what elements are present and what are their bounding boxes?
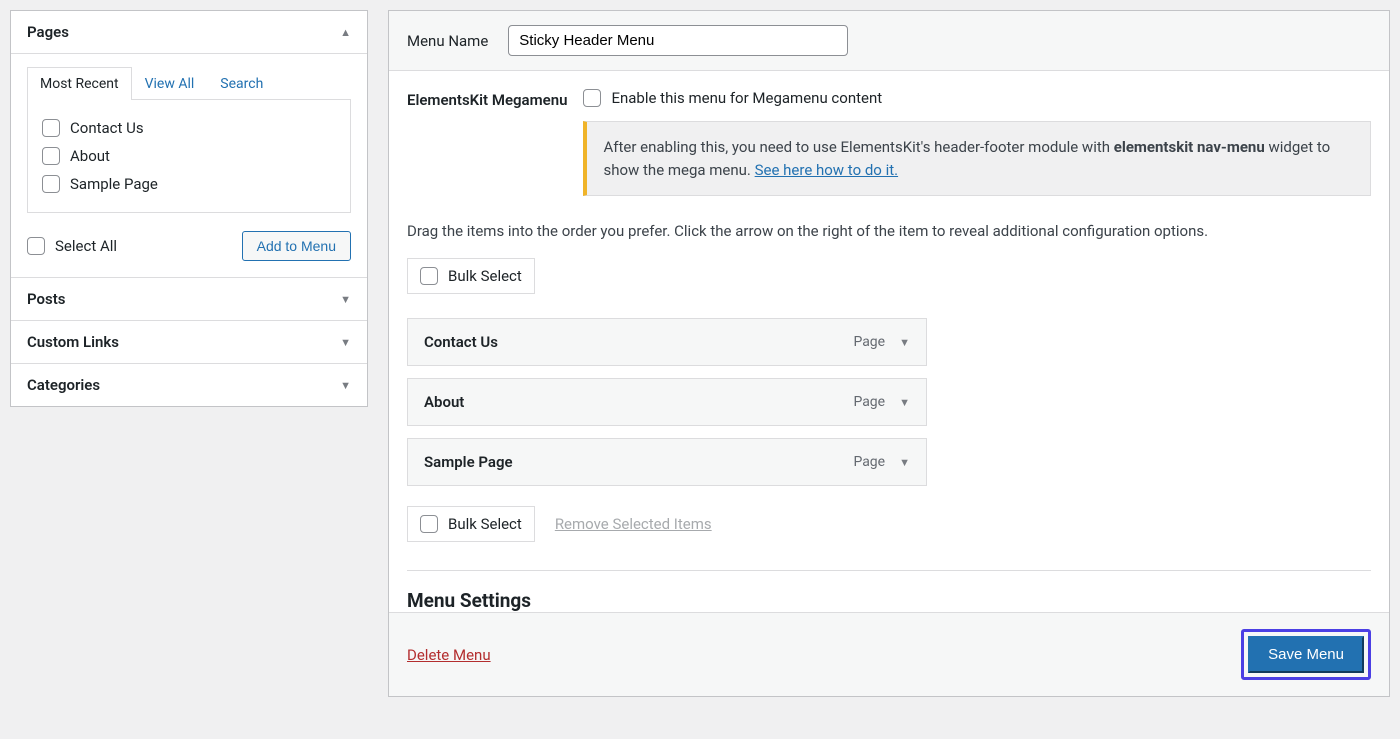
menu-settings-heading: Menu Settings: [407, 589, 1371, 612]
add-to-menu-button[interactable]: Add to Menu: [242, 231, 351, 261]
bulk-select-bottom[interactable]: Bulk Select: [407, 506, 535, 542]
page-item-label: About: [70, 147, 110, 165]
megamenu-enable-text: Enable this menu for Megamenu content: [611, 89, 882, 107]
chevron-down-icon: ▼: [340, 379, 351, 392]
notice-text-bold: elementskit nav-menu: [1114, 138, 1265, 156]
delete-menu-link[interactable]: Delete Menu: [407, 646, 491, 664]
accordion-title: Pages: [27, 23, 69, 41]
bulk-select-top[interactable]: Bulk Select: [407, 258, 535, 294]
menu-name-label: Menu Name: [407, 32, 488, 50]
checkbox[interactable]: [42, 147, 60, 165]
accordion-title: Custom Links: [27, 333, 119, 351]
page-item-label: Sample Page: [70, 175, 158, 193]
page-item-label: Contact Us: [70, 119, 144, 137]
menu-item-title: Sample Page: [424, 453, 513, 471]
menu-item-type: Page: [853, 454, 885, 470]
accordion-custom-links-header[interactable]: Custom Links ▼: [11, 320, 367, 363]
tab-view-all[interactable]: View All: [132, 67, 208, 100]
chevron-down-icon[interactable]: ▼: [899, 336, 910, 349]
select-all-checkbox[interactable]: [27, 237, 45, 255]
menu-item[interactable]: Contact Us Page ▼: [407, 318, 927, 366]
accordion-title: Categories: [27, 376, 100, 394]
notice-text-pre: After enabling this, you need to use Ele…: [603, 138, 1113, 156]
menu-item-type: Page: [853, 334, 885, 350]
accordion-title: Posts: [27, 290, 65, 308]
page-item: Sample Page: [42, 170, 336, 198]
megamenu-label: ElementsKit Megamenu: [407, 89, 567, 109]
menu-item-title: Contact Us: [424, 333, 498, 351]
accordion-pages-header[interactable]: Pages ▲: [11, 11, 367, 53]
chevron-down-icon: ▼: [340, 293, 351, 306]
bulk-select-label: Bulk Select: [448, 267, 522, 285]
menu-item-title: About: [424, 393, 464, 411]
tab-most-recent[interactable]: Most Recent: [27, 67, 132, 100]
page-item: About: [42, 142, 336, 170]
bulk-select-checkbox[interactable]: [420, 515, 438, 533]
select-all-label: Select All: [55, 237, 117, 255]
menu-item[interactable]: Sample Page Page ▼: [407, 438, 927, 486]
menu-item[interactable]: About Page ▼: [407, 378, 927, 426]
checkbox[interactable]: [42, 119, 60, 137]
accordion-categories-header[interactable]: Categories ▼: [11, 363, 367, 406]
tab-search[interactable]: Search: [207, 67, 276, 100]
bulk-select-checkbox[interactable]: [420, 267, 438, 285]
menu-item-type: Page: [853, 394, 885, 410]
notice-link[interactable]: See here how to do it.: [755, 161, 898, 179]
accordion-posts-header[interactable]: Posts ▼: [11, 277, 367, 320]
checkbox[interactable]: [42, 175, 60, 193]
instructions-text: Drag the items into the order you prefer…: [407, 222, 1371, 240]
menu-name-input[interactable]: [508, 25, 848, 56]
page-item: Contact Us: [42, 114, 336, 142]
save-menu-button[interactable]: Save Menu: [1248, 636, 1364, 673]
chevron-down-icon: ▼: [340, 336, 351, 349]
chevron-down-icon[interactable]: ▼: [899, 456, 910, 469]
remove-selected-link: Remove Selected Items: [555, 515, 712, 533]
megamenu-notice: After enabling this, you need to use Ele…: [583, 121, 1371, 196]
chevron-up-icon: ▲: [340, 26, 351, 39]
chevron-down-icon[interactable]: ▼: [899, 396, 910, 409]
megamenu-enable-checkbox[interactable]: [583, 89, 601, 107]
bulk-select-label: Bulk Select: [448, 515, 522, 533]
